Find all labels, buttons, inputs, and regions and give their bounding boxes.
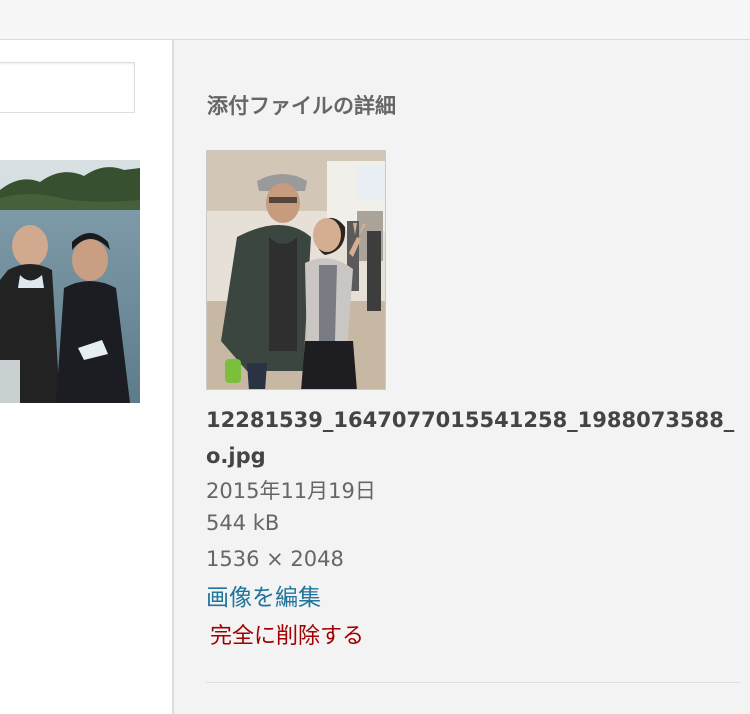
attachment-filename: 12281539_1647077015541258_1988073588_o.j… xyxy=(206,408,735,468)
attachment-details-sidebar: 添付ファイルの詳細 12281539_1647077015541258_1988… xyxy=(174,40,750,714)
section-divider xyxy=(206,682,740,683)
upload-date: 2015年11月19日 xyxy=(206,479,376,503)
sidebar-heading: 添付ファイルの詳細 xyxy=(207,94,396,118)
couple-photo-image xyxy=(207,151,385,389)
attachment-thumbnail[interactable] xyxy=(0,160,140,403)
image-dimensions: 1536 × 2048 xyxy=(206,547,344,571)
top-toolbar xyxy=(0,0,750,40)
delete-permanently-link[interactable]: 完全に削除する xyxy=(210,618,364,650)
edit-image-link[interactable]: 画像を編集 xyxy=(206,578,321,612)
attachment-preview-image xyxy=(206,150,386,390)
search-input[interactable] xyxy=(0,62,135,113)
file-size: 544 kB xyxy=(206,511,280,535)
media-library-pane xyxy=(0,40,172,714)
boat-photo-image xyxy=(0,160,140,403)
